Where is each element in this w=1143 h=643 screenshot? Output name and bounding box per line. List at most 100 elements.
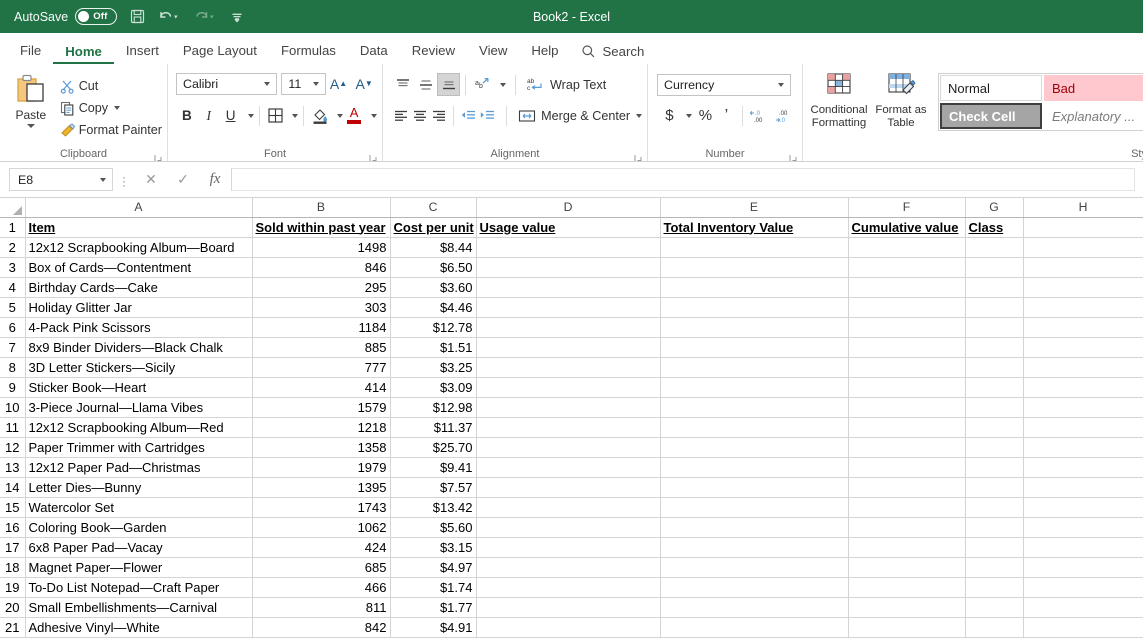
cell-D11[interactable] <box>476 417 660 437</box>
row-header-12[interactable]: 12 <box>0 437 25 457</box>
cell-G18[interactable] <box>965 557 1023 577</box>
number-dialog-launcher[interactable] <box>789 150 798 159</box>
cut-button[interactable]: Cut <box>57 75 162 97</box>
cell-H16[interactable] <box>1023 517 1143 537</box>
cell-B5[interactable]: 303 <box>252 297 390 317</box>
align-center-button[interactable] <box>410 104 429 127</box>
align-right-button[interactable] <box>429 104 448 127</box>
cell-B15[interactable]: 1743 <box>252 497 390 517</box>
underline-dropdown-caret[interactable] <box>248 114 254 118</box>
cell-D4[interactable] <box>476 277 660 297</box>
cell-B10[interactable]: 1579 <box>252 397 390 417</box>
cell-G17[interactable] <box>965 537 1023 557</box>
search-input[interactable]: Search <box>581 44 645 64</box>
cell-B11[interactable]: 1218 <box>252 417 390 437</box>
cell-F3[interactable] <box>848 257 965 277</box>
cell-E5[interactable] <box>660 297 848 317</box>
cell-G3[interactable] <box>965 257 1023 277</box>
cell-G19[interactable] <box>965 577 1023 597</box>
cell-H20[interactable] <box>1023 597 1143 617</box>
cell-C5[interactable]: $4.46 <box>390 297 476 317</box>
format-as-table-button[interactable]: Format as Table <box>870 68 932 131</box>
accounting-dropdown-caret[interactable] <box>686 114 692 118</box>
cell-F1[interactable]: Cumulative value <box>848 217 965 237</box>
cell-B2[interactable]: 1498 <box>252 237 390 257</box>
cell-F19[interactable] <box>848 577 965 597</box>
cell-F4[interactable] <box>848 277 965 297</box>
row-header-1[interactable]: 1 <box>0 217 25 237</box>
merge-center-dropdown-caret[interactable] <box>636 114 642 118</box>
autosave-toggle[interactable]: Off <box>75 8 117 25</box>
percent-format-button[interactable]: % <box>695 104 716 127</box>
cell-F21[interactable] <box>848 617 965 637</box>
cell-B12[interactable]: 1358 <box>252 437 390 457</box>
cell-G5[interactable] <box>965 297 1023 317</box>
increase-decimal-button[interactable]: .0.00 <box>748 104 773 127</box>
increase-font-size-button[interactable]: A▲ <box>326 72 352 95</box>
cell-E3[interactable] <box>660 257 848 277</box>
cell-H12[interactable] <box>1023 437 1143 457</box>
cell-C14[interactable]: $7.57 <box>390 477 476 497</box>
cell-H21[interactable] <box>1023 617 1143 637</box>
select-all-corner[interactable] <box>0 198 25 217</box>
column-header-E[interactable]: E <box>660 198 848 217</box>
cell-B13[interactable]: 1979 <box>252 457 390 477</box>
underline-button[interactable]: U <box>220 104 242 127</box>
cell-H18[interactable] <box>1023 557 1143 577</box>
cell-C7[interactable]: $1.51 <box>390 337 476 357</box>
cancel-entry-button[interactable]: ✕ <box>135 168 167 191</box>
fill-color-button[interactable] <box>309 104 331 127</box>
cell-A1[interactable]: Item <box>25 217 252 237</box>
cell-E21[interactable] <box>660 617 848 637</box>
orientation-button[interactable]: ab <box>471 73 494 96</box>
cell-C9[interactable]: $3.09 <box>390 377 476 397</box>
cell-C15[interactable]: $13.42 <box>390 497 476 517</box>
cell-B1[interactable]: Sold within past year <box>252 217 390 237</box>
cell-E8[interactable] <box>660 357 848 377</box>
cell-E15[interactable] <box>660 497 848 517</box>
cell-A8[interactable]: 3D Letter Stickers—Sicily <box>25 357 252 377</box>
cell-F14[interactable] <box>848 477 965 497</box>
row-header-10[interactable]: 10 <box>0 397 25 417</box>
tab-view[interactable]: View <box>467 40 519 64</box>
cell-F2[interactable] <box>848 237 965 257</box>
cell-C20[interactable]: $1.77 <box>390 597 476 617</box>
tab-insert[interactable]: Insert <box>114 40 171 64</box>
tab-page-layout[interactable]: Page Layout <box>171 40 269 64</box>
confirm-entry-button[interactable]: ✓ <box>167 168 199 191</box>
cell-F13[interactable] <box>848 457 965 477</box>
cell-H7[interactable] <box>1023 337 1143 357</box>
cell-G6[interactable] <box>965 317 1023 337</box>
cell-D19[interactable] <box>476 577 660 597</box>
cell-B6[interactable]: 1184 <box>252 317 390 337</box>
cell-A19[interactable]: To-Do List Notepad—Craft Paper <box>25 577 252 597</box>
conditional-formatting-button[interactable]: Conditional Formatting <box>808 68 870 131</box>
cell-E12[interactable] <box>660 437 848 457</box>
row-header-13[interactable]: 13 <box>0 457 25 477</box>
cell-C4[interactable]: $3.60 <box>390 277 476 297</box>
cell-E1[interactable]: Total Inventory Value <box>660 217 848 237</box>
cell-E18[interactable] <box>660 557 848 577</box>
cell-E17[interactable] <box>660 537 848 557</box>
cell-G11[interactable] <box>965 417 1023 437</box>
cell-A18[interactable]: Magnet Paper—Flower <box>25 557 252 577</box>
cell-D15[interactable] <box>476 497 660 517</box>
cell-style-explanatory[interactable]: Explanatory ... <box>1044 103 1143 129</box>
cell-G10[interactable] <box>965 397 1023 417</box>
cell-D2[interactable] <box>476 237 660 257</box>
decrease-decimal-button[interactable]: .00.0 <box>772 104 797 127</box>
cell-A9[interactable]: Sticker Book—Heart <box>25 377 252 397</box>
decrease-indent-button[interactable] <box>459 104 478 127</box>
cell-E19[interactable] <box>660 577 848 597</box>
cell-style-check-cell[interactable]: Check Cell <box>940 103 1042 129</box>
font-dialog-launcher[interactable] <box>369 150 378 159</box>
column-header-G[interactable]: G <box>965 198 1023 217</box>
font-size-selector[interactable]: 11 <box>281 73 325 95</box>
cell-D5[interactable] <box>476 297 660 317</box>
row-header-3[interactable]: 3 <box>0 257 25 277</box>
row-header-2[interactable]: 2 <box>0 237 25 257</box>
cell-B17[interactable]: 424 <box>252 537 390 557</box>
cell-D16[interactable] <box>476 517 660 537</box>
cell-D14[interactable] <box>476 477 660 497</box>
cell-A5[interactable]: Holiday Glitter Jar <box>25 297 252 317</box>
